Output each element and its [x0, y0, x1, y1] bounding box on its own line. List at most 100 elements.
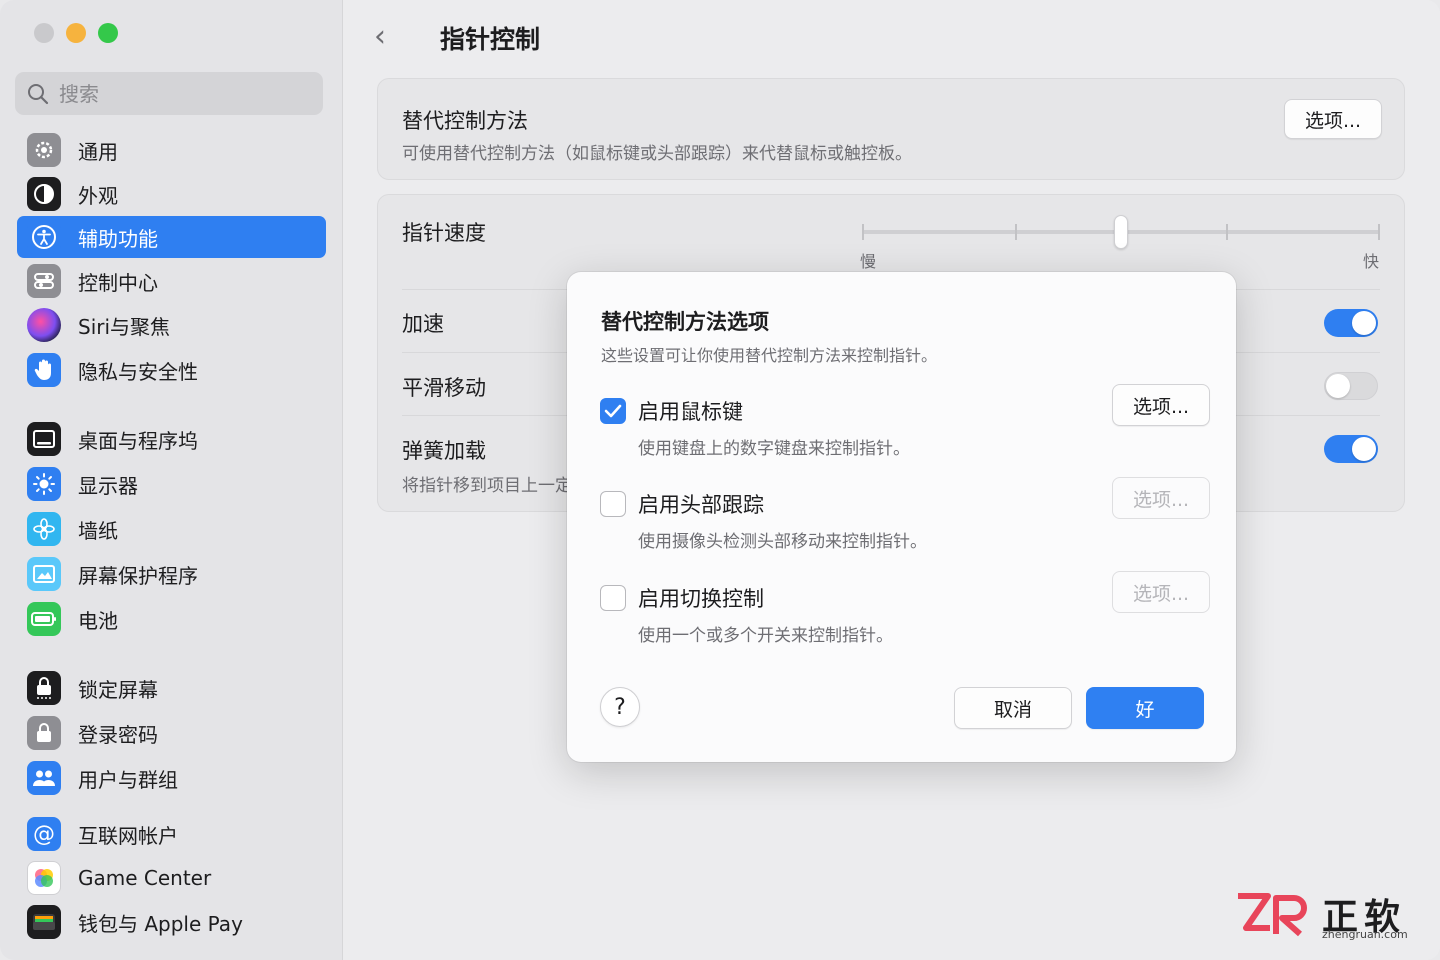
- system-settings-window: 通用 外观 辅助功能 控制中心 Siri与聚焦: [0, 0, 1440, 960]
- alternate-control-options-dialog: 替代控制方法选项 这些设置可让你使用替代控制方法来控制指针。 启用鼠标键 使用键…: [567, 272, 1236, 762]
- slider-tick: [1378, 224, 1380, 240]
- dialog-title: 替代控制方法选项: [601, 310, 769, 334]
- mouse-keys-label: 启用鼠标键: [638, 400, 743, 424]
- zr-logo-icon: [1238, 893, 1307, 937]
- sidebar-item-label: 用户与群组: [78, 767, 178, 792]
- dock-icon: [27, 422, 61, 456]
- switch-control-checkbox[interactable]: [600, 585, 626, 611]
- ok-button[interactable]: 好: [1086, 687, 1204, 729]
- search-icon: [28, 83, 49, 104]
- sidebar-item-label: 桌面与程序坞: [78, 428, 198, 453]
- sidebar-item-privacy[interactable]: 隐私与安全性: [17, 349, 326, 391]
- alternate-control-desc: 可使用替代控制方法（如鼠标键或头部跟踪）来代替鼠标或触控板。: [402, 144, 912, 164]
- accessibility-icon: [27, 220, 61, 254]
- spring-loading-desc: 将指针移到项目上一定: [402, 476, 572, 496]
- sidebar-item-general[interactable]: 通用: [17, 129, 326, 171]
- close-button[interactable]: [34, 23, 54, 43]
- pointer-speed-slider[interactable]: [862, 215, 1380, 249]
- head-tracking-label: 启用头部跟踪: [638, 493, 764, 517]
- sidebar-item-label: 登录密码: [78, 722, 158, 747]
- zoom-button[interactable]: [98, 23, 118, 43]
- switch-control-desc: 使用一个或多个开关来控制指针。: [638, 626, 893, 646]
- wallet-icon: [27, 905, 61, 939]
- sidebar-item-desktop-dock[interactable]: 桌面与程序坞: [17, 418, 326, 460]
- slider-knob[interactable]: [1114, 215, 1128, 249]
- switch-control-label: 启用切换控制: [638, 587, 764, 611]
- screensaver-icon: [27, 557, 61, 591]
- sidebar-item-label: 墙纸: [78, 518, 118, 543]
- sidebar-item-game-center[interactable]: Game Center: [17, 857, 326, 899]
- sidebar-item-accessibility[interactable]: 辅助功能: [17, 216, 326, 258]
- search-field[interactable]: [15, 72, 323, 115]
- lock-screen-icon: [27, 671, 61, 705]
- sidebar-item-internet-accounts[interactable]: @ 互联网帐户: [17, 813, 326, 855]
- sidebar-item-label: 控制中心: [78, 270, 158, 295]
- sidebar: 通用 外观 辅助功能 控制中心 Siri与聚焦: [0, 0, 343, 960]
- slider-tick: [862, 224, 864, 240]
- sidebar-item-label: 钱包与 Apple Pay: [78, 911, 243, 936]
- help-button[interactable]: ?: [600, 687, 640, 727]
- watermark-url: zhengruan.com: [1322, 928, 1408, 941]
- head-tracking-checkbox[interactable]: [600, 491, 626, 517]
- pointer-speed-label: 指针速度: [402, 221, 486, 245]
- sidebar-item-displays[interactable]: 显示器: [17, 463, 326, 505]
- sidebar-item-users[interactable]: 用户与群组: [17, 757, 326, 799]
- alternate-control-options-button[interactable]: 选项...: [1284, 99, 1382, 139]
- option-mouse-keys: 启用鼠标键 使用键盘上的数字键盘来控制指针。 选项...: [600, 384, 1210, 466]
- mouse-keys-desc: 使用键盘上的数字键盘来控制指针。: [638, 439, 910, 459]
- mouse-keys-checkbox[interactable]: [600, 398, 626, 424]
- sidebar-item-label: 通用: [78, 139, 118, 164]
- slider-fast-label: 快: [1363, 252, 1380, 271]
- battery-icon: [27, 602, 61, 636]
- spring-loading-toggle[interactable]: [1324, 435, 1378, 463]
- acceleration-toggle[interactable]: [1324, 309, 1378, 337]
- watermark-logo: 正软 zhengruan.com: [1234, 888, 1424, 944]
- sidebar-item-label: Siri与聚焦: [78, 314, 171, 339]
- switch-control-options-button: 选项...: [1112, 571, 1210, 613]
- sidebar-item-lock-screen[interactable]: 锁定屏幕: [17, 667, 326, 709]
- search-input[interactable]: [59, 81, 299, 106]
- head-tracking-options-button: 选项...: [1112, 477, 1210, 519]
- sidebar-item-label: 互联网帐户: [78, 823, 178, 848]
- smooth-movement-toggle[interactable]: [1324, 372, 1378, 400]
- sidebar-item-label: 显示器: [78, 473, 138, 498]
- cancel-button[interactable]: 取消: [954, 687, 1072, 729]
- flower-icon: [27, 512, 61, 546]
- sun-icon: [27, 467, 61, 501]
- sidebar-item-label: 屏幕保护程序: [78, 563, 198, 588]
- slider-slow-label: 慢: [860, 252, 877, 271]
- smooth-movement-label: 平滑移动: [402, 376, 486, 400]
- sidebar-item-appearance[interactable]: 外观: [17, 173, 326, 215]
- sidebar-item-label: 锁定屏幕: [78, 677, 158, 702]
- sidebar-item-label: 辅助功能: [78, 226, 158, 251]
- sidebar-item-login-password[interactable]: 登录密码: [17, 712, 326, 754]
- option-switch-control: 启用切换控制 使用一个或多个开关来控制指针。 选项...: [600, 571, 1210, 653]
- alternate-control-card: 替代控制方法 可使用替代控制方法（如鼠标键或头部跟踪）来代替鼠标或触控板。 选项…: [377, 78, 1405, 180]
- control-center-icon: [27, 264, 61, 298]
- siri-icon: [27, 308, 61, 342]
- sidebar-item-battery[interactable]: 电池: [17, 598, 326, 640]
- minimize-button[interactable]: [66, 23, 86, 43]
- users-icon: [27, 761, 61, 795]
- sidebar-item-screensaver[interactable]: 屏幕保护程序: [17, 553, 326, 595]
- sidebar-item-label: 隐私与安全性: [78, 359, 198, 384]
- hand-icon: [27, 353, 61, 387]
- sidebar-item-label: 电池: [78, 608, 118, 633]
- page-title: 指针控制: [440, 25, 541, 54]
- sidebar-item-label: 外观: [78, 183, 118, 208]
- mouse-keys-options-button[interactable]: 选项...: [1112, 384, 1210, 426]
- back-chevron-icon[interactable]: ‹: [374, 22, 386, 52]
- gear-icon: [27, 133, 61, 167]
- sidebar-item-wallet[interactable]: 钱包与 Apple Pay: [17, 901, 326, 943]
- sidebar-item-siri[interactable]: Siri与聚焦: [17, 304, 326, 346]
- spring-loading-label: 弹簧加载: [402, 439, 486, 463]
- sidebar-item-control-center[interactable]: 控制中心: [17, 260, 326, 302]
- game-center-icon: [27, 861, 61, 895]
- acceleration-label: 加速: [402, 312, 444, 336]
- sidebar-item-wallpaper[interactable]: 墙纸: [17, 508, 326, 550]
- head-tracking-desc: 使用摄像头检测头部移动来控制指针。: [638, 532, 927, 552]
- window-controls: [34, 23, 118, 43]
- lock-icon: [27, 716, 61, 750]
- dialog-subtitle: 这些设置可让你使用替代控制方法来控制指针。: [601, 346, 938, 365]
- slider-tick: [1226, 224, 1228, 240]
